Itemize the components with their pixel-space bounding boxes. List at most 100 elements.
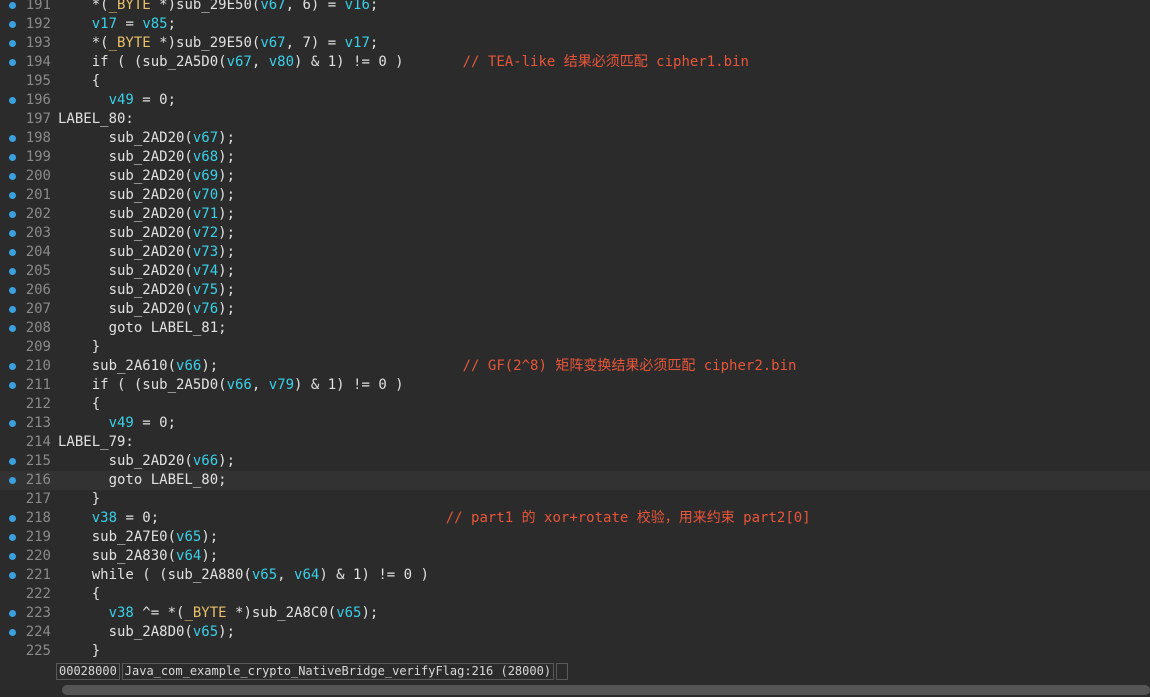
code-line[interactable]: 215 sub_2AD20(v66); <box>0 452 1150 471</box>
breakpoint-icon[interactable] <box>9 420 16 427</box>
code-line[interactable]: 216 goto LABEL_80; <box>0 471 1150 490</box>
code-text: *(_BYTE *)sub_29E50(v67, 6) = v16; <box>58 0 379 15</box>
code-text: sub_2AD20(v66); <box>58 452 235 471</box>
code-token: ); <box>218 453 236 469</box>
code-line[interactable]: 206 sub_2AD20(v75); <box>0 281 1150 300</box>
line-number: 220 <box>25 548 51 564</box>
code-line[interactable]: 211 if ( (sub_2A5D0(v66, v79) & 1) != 0 … <box>0 376 1150 395</box>
code-token: ; <box>369 35 379 51</box>
code-token: goto LABEL_80; <box>58 472 227 488</box>
breakpoint-icon[interactable] <box>9 458 16 465</box>
code-line[interactable]: 223 v38 ^= *(_BYTE *)sub_2A8C0(v65); <box>0 604 1150 623</box>
code-variable: v66 <box>226 377 252 393</box>
breakpoint-icon[interactable] <box>9 97 16 104</box>
breakpoint-icon[interactable] <box>9 135 16 142</box>
line-number: 216 <box>25 472 51 488</box>
code-line[interactable]: 220 sub_2A830(v64); <box>0 547 1150 566</box>
code-line[interactable]: 207 sub_2AD20(v76); <box>0 300 1150 319</box>
breakpoint-icon[interactable] <box>9 2 16 9</box>
code-comment: // TEA-like 结果必须匹配 cipher1.bin <box>462 54 749 70</box>
line-number: 217 <box>25 491 51 507</box>
code-text: sub_2AD20(v74); <box>58 262 235 281</box>
code-line[interactable]: 199 sub_2AD20(v68); <box>0 148 1150 167</box>
code-line[interactable]: 217 } <box>0 490 1150 509</box>
code-text: { <box>58 395 100 414</box>
breakpoint-icon[interactable] <box>9 534 16 541</box>
breakpoint-icon[interactable] <box>9 230 16 237</box>
code-line[interactable]: 221 while ( (sub_2A880(v65, v64) & 1) !=… <box>0 566 1150 585</box>
code-variable: v70 <box>192 187 219 203</box>
code-line[interactable]: 197 LABEL_80: <box>0 110 1150 129</box>
breakpoint-icon[interactable] <box>9 477 16 484</box>
code-variable: v74 <box>192 263 219 279</box>
code-line[interactable]: 192 v17 = v85; <box>0 15 1150 34</box>
code-line[interactable]: 224 sub_2A8D0(v65); <box>0 623 1150 642</box>
code-token: ); <box>218 301 236 317</box>
code-line[interactable]: 210 sub_2A610(v66); // GF(2^8) 矩阵变换结果必须匹… <box>0 357 1150 376</box>
code-token: , <box>251 54 269 70</box>
breakpoint-icon[interactable] <box>9 249 16 256</box>
code-line[interactable]: 222 { <box>0 585 1150 604</box>
code-line[interactable]: 204 sub_2AD20(v73); <box>0 243 1150 262</box>
breakpoint-icon[interactable] <box>9 629 16 636</box>
code-line[interactable]: 201 sub_2AD20(v70); <box>0 186 1150 205</box>
code-token: goto LABEL_81; <box>58 320 227 336</box>
code-token: ); <box>218 244 236 260</box>
code-line[interactable]: 225 } <box>0 642 1150 661</box>
line-number: 218 <box>25 510 51 526</box>
code-line[interactable]: 191 *(_BYTE *)sub_29E50(v67, 6) = v16; <box>0 0 1150 15</box>
code-line[interactable]: 219 sub_2A7E0(v65); <box>0 528 1150 547</box>
line-number: 207 <box>25 301 51 317</box>
line-number: 221 <box>25 567 51 583</box>
horizontal-scrollbar[interactable] <box>56 683 1150 697</box>
breakpoint-icon[interactable] <box>9 40 16 47</box>
code-line[interactable]: 218 v38 = 0; // part1 的 xor+rotate 校验，用来… <box>0 509 1150 528</box>
breakpoint-icon[interactable] <box>9 572 16 579</box>
code-token: sub_2AD20( <box>58 244 193 260</box>
code-line[interactable]: 200 sub_2AD20(v69); <box>0 167 1150 186</box>
breakpoint-icon[interactable] <box>9 59 16 66</box>
code-line[interactable]: 195 { <box>0 72 1150 91</box>
status-location: Java_com_example_crypto_NativeBridge_ver… <box>121 663 555 680</box>
breakpoint-icon[interactable] <box>9 287 16 294</box>
breakpoint-icon[interactable] <box>9 610 16 617</box>
code-line[interactable]: 213 v49 = 0; <box>0 414 1150 433</box>
breakpoint-icon[interactable] <box>9 515 16 522</box>
code-line[interactable]: 209 } <box>0 338 1150 357</box>
breakpoint-icon[interactable] <box>9 173 16 180</box>
line-number: 213 <box>25 415 51 431</box>
code-line[interactable]: 202 sub_2AD20(v71); <box>0 205 1150 224</box>
code-line[interactable]: 198 sub_2AD20(v67); <box>0 129 1150 148</box>
breakpoint-icon[interactable] <box>9 268 16 275</box>
breakpoint-icon[interactable] <box>9 325 16 332</box>
code-token: *)sub_29E50( <box>150 35 261 51</box>
code-line[interactable]: 212 { <box>0 395 1150 414</box>
code-line[interactable]: 208 goto LABEL_81; <box>0 319 1150 338</box>
breakpoint-icon[interactable] <box>9 382 16 389</box>
breakpoint-icon[interactable] <box>9 363 16 370</box>
breakpoint-icon[interactable] <box>9 306 16 313</box>
code-line[interactable]: 214 LABEL_79: <box>0 433 1150 452</box>
line-number: 198 <box>25 130 51 146</box>
breakpoint-icon[interactable] <box>9 154 16 161</box>
breakpoint-icon[interactable] <box>9 192 16 199</box>
code-line[interactable]: 193 *(_BYTE *)sub_29E50(v67, 7) = v17; <box>0 34 1150 53</box>
code-text: sub_2AD20(v67); <box>58 129 235 148</box>
scrollbar-thumb[interactable] <box>62 685 1150 695</box>
code-line[interactable]: 194 if ( (sub_2A5D0(v67, v80) & 1) != 0 … <box>0 53 1150 72</box>
pseudocode-view[interactable]: 191 *(_BYTE *)sub_29E50(v67, 6) = v16; 19… <box>0 0 1150 662</box>
code-line[interactable]: 205 sub_2AD20(v74); <box>0 262 1150 281</box>
breakpoint-icon[interactable] <box>9 553 16 560</box>
status-extra <box>556 663 569 680</box>
line-number: 195 <box>25 73 51 89</box>
code-text: *(_BYTE *)sub_29E50(v67, 7) = v17; <box>58 34 379 53</box>
code-line[interactable]: 203 sub_2AD20(v72); <box>0 224 1150 243</box>
code-token: = 0; <box>133 415 177 431</box>
breakpoint-icon[interactable] <box>9 211 16 218</box>
breakpoint-icon[interactable] <box>9 21 16 28</box>
code-token: { <box>58 586 101 602</box>
code-token: ^= *( <box>133 605 185 621</box>
code-line[interactable]: 196 v49 = 0; <box>0 91 1150 110</box>
code-token: , <box>251 377 269 393</box>
code-token: = 0; <box>133 92 177 108</box>
